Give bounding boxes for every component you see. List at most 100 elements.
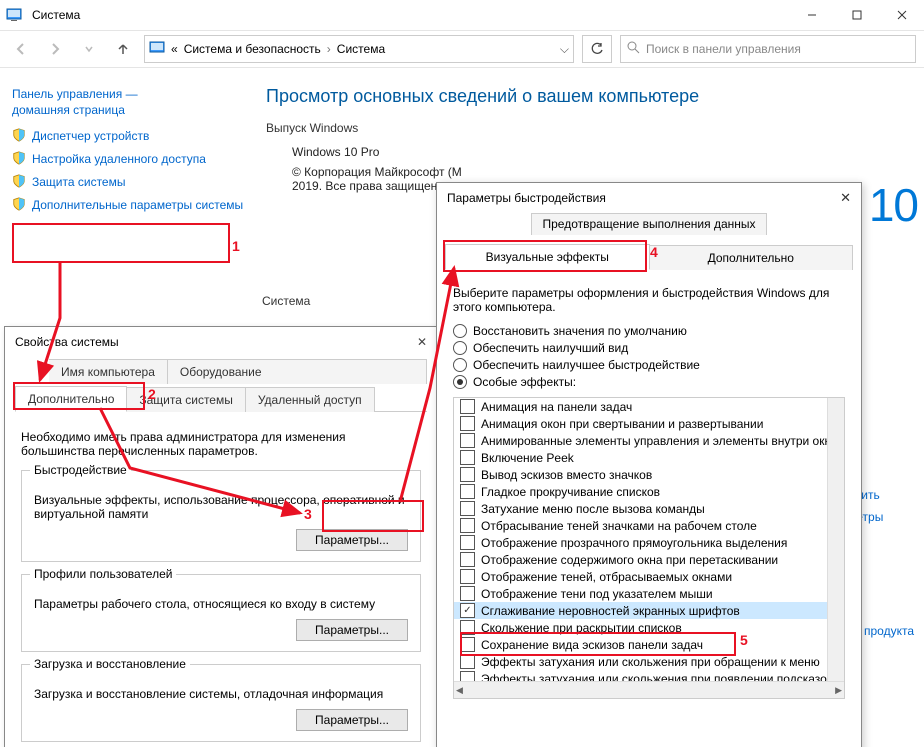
checkbox-icon xyxy=(460,467,475,482)
search-placeholder: Поиск в панели управления xyxy=(646,42,801,56)
effect-checkbox-row[interactable]: ✓Сглаживание неровностей экранных шрифто… xyxy=(454,602,828,619)
performance-options-dialog: Параметры быстродействия ✕ Предотвращени… xyxy=(436,182,862,747)
tab-hardware[interactable]: Оборудование xyxy=(168,359,427,384)
sysprops-close-button[interactable]: ✕ xyxy=(417,335,427,349)
perf-settings-button[interactable]: Параметры... xyxy=(296,529,408,551)
sysprops-tabs-row1: Имя компьютера Оборудование xyxy=(5,357,437,383)
effect-checkbox-row[interactable]: Вывод эскизов вместо значков xyxy=(454,466,828,483)
perfopts-intro: Выберите параметры оформления и быстроде… xyxy=(453,286,845,314)
titlebar: Система xyxy=(0,0,924,31)
breadcrumb-2[interactable]: Система xyxy=(337,42,385,56)
effect-checkbox-row[interactable]: Анимация окон при свертывании и разверты… xyxy=(454,415,828,432)
checkbox-icon xyxy=(460,399,475,414)
minimize-button[interactable] xyxy=(789,0,834,30)
nav-forward-button[interactable] xyxy=(42,36,68,62)
shield-icon xyxy=(12,197,26,214)
group-profiles-title: Профили пользователей xyxy=(30,567,176,581)
radio-dot-icon xyxy=(453,375,467,389)
maximize-button[interactable] xyxy=(834,0,879,30)
effect-checkbox-row[interactable]: Затухание меню после вызова команды xyxy=(454,500,828,517)
radio-option-3[interactable]: Особые эффекты: xyxy=(453,375,845,389)
page-heading: Просмотр основных сведений о вашем компь… xyxy=(266,86,902,107)
window-title: Система xyxy=(32,8,80,22)
tab-dep[interactable]: Предотвращение выполнения данных xyxy=(531,213,766,235)
breadcrumb-1[interactable]: Система и безопасность xyxy=(184,42,321,56)
effects-checklist: Анимация на панели задачАнимация окон пр… xyxy=(453,397,845,699)
effect-checkbox-row[interactable]: Отображение тени под указателем мыши xyxy=(454,585,828,602)
tab-remote[interactable]: Удаленный доступ xyxy=(246,387,375,412)
system-icon xyxy=(6,7,22,23)
checkbox-icon xyxy=(460,637,475,652)
checkbox-icon xyxy=(460,552,475,567)
sidebar-item-advanced-system-settings[interactable]: Дополнительные параметры системы xyxy=(12,197,244,214)
tab-visual-effects[interactable]: Визуальные эффекты xyxy=(445,244,650,270)
system-icon xyxy=(149,40,165,59)
tab-advanced[interactable]: Дополнительно xyxy=(15,386,127,412)
sidebar-item-device-manager[interactable]: Диспетчер устройств xyxy=(12,128,244,145)
perfopts-title: Параметры быстродействия xyxy=(447,191,606,205)
nav-row: « Система и безопасность › Система ⌵ Пои… xyxy=(0,31,924,68)
sidebar-item-system-protection[interactable]: Защита системы xyxy=(12,174,244,191)
startup-desc: Загрузка и восстановление системы, отлад… xyxy=(34,687,408,701)
tab-computer-name[interactable]: Имя компьютера xyxy=(49,359,168,384)
refresh-button[interactable] xyxy=(582,35,612,63)
radio-dot-icon xyxy=(453,324,467,338)
effect-checkbox-row[interactable]: Сохранение вида эскизов панели задач xyxy=(454,636,828,653)
control-panel-window: Система « Система и безопасность › Систе… xyxy=(0,0,924,747)
radio-dot-icon xyxy=(453,341,467,355)
checkbox-icon xyxy=(460,416,475,431)
shield-icon xyxy=(12,151,26,168)
perfopts-close-button[interactable]: ✕ xyxy=(840,190,851,206)
sidebar-item-remote-settings[interactable]: Настройка удаленного доступа xyxy=(12,151,244,168)
group-performance: Быстродействие Визуальные эффекты, испол… xyxy=(21,470,421,562)
radio-option-0[interactable]: Восстановить значения по умолчанию xyxy=(453,324,845,338)
control-panel-home-link[interactable]: Панель управления — домашняя страница xyxy=(12,86,244,118)
checkbox-icon xyxy=(460,620,475,635)
effect-checkbox-row[interactable]: Отбрасывание теней значками на рабочем с… xyxy=(454,517,828,534)
checkbox-icon: ✓ xyxy=(460,603,475,618)
effect-checkbox-row[interactable]: Отображение теней, отбрасываемых окнами xyxy=(454,568,828,585)
nav-back-button[interactable] xyxy=(8,36,34,62)
vertical-scrollbar[interactable] xyxy=(827,398,844,682)
search-icon xyxy=(627,41,640,57)
breadcrumb-prefix[interactable]: « xyxy=(171,42,178,56)
effect-checkbox-row[interactable]: Гладкое прокручивание списков xyxy=(454,483,828,500)
checkbox-icon xyxy=(460,654,475,669)
tab-system-protection[interactable]: Защита системы xyxy=(127,387,245,412)
shield-icon xyxy=(12,128,26,145)
sysprops-body: Необходимо иметь права администратора дл… xyxy=(5,412,437,747)
group-startup: Загрузка и восстановление Загрузка и вос… xyxy=(21,664,421,742)
effect-checkbox-row[interactable]: Анимированные элементы управления и элем… xyxy=(454,432,828,449)
checkbox-icon xyxy=(460,535,475,550)
effect-checkbox-row[interactable]: Скольжение при раскрытии списков xyxy=(454,619,828,636)
horizontal-scrollbar[interactable]: ◀▶ xyxy=(454,681,844,698)
checkbox-icon xyxy=(460,501,475,516)
address-dropdown-icon[interactable]: ⌵ xyxy=(560,42,569,57)
radio-option-1[interactable]: Обеспечить наилучший вид xyxy=(453,341,845,355)
radio-dot-icon xyxy=(453,358,467,372)
effect-checkbox-row[interactable]: Анимация на панели задач xyxy=(454,398,828,415)
profiles-settings-button[interactable]: Параметры... xyxy=(296,619,408,641)
effect-checkbox-row[interactable]: Отображение прозрачного прямоугольника в… xyxy=(454,534,828,551)
startup-settings-button[interactable]: Параметры... xyxy=(296,709,408,731)
effect-checkbox-row[interactable]: Включение Peek xyxy=(454,449,828,466)
radio-option-2[interactable]: Обеспечить наилучшее быстродействие xyxy=(453,358,845,372)
edition-value: Windows 10 Pro xyxy=(292,145,902,159)
system-section-label: Система xyxy=(258,294,314,308)
nav-recent-button[interactable] xyxy=(76,36,102,62)
nav-up-button[interactable] xyxy=(110,36,136,62)
perfopts-titlebar: Параметры быстродействия ✕ xyxy=(437,183,861,213)
sysprops-titlebar: Свойства системы ✕ xyxy=(5,327,437,357)
search-input[interactable]: Поиск в панели управления xyxy=(620,35,916,63)
effect-checkbox-row[interactable]: Отображение содержимого окна при перетас… xyxy=(454,551,828,568)
perfopts-content: Выберите параметры оформления и быстроде… xyxy=(437,270,861,709)
perf-desc: Визуальные эффекты, использование процес… xyxy=(34,493,408,521)
address-bar[interactable]: « Система и безопасность › Система ⌵ xyxy=(144,35,574,63)
tab-advanced-perf[interactable]: Дополнительно xyxy=(650,245,854,270)
checkbox-icon xyxy=(460,450,475,465)
checkbox-icon xyxy=(460,569,475,584)
group-startup-title: Загрузка и восстановление xyxy=(30,657,190,671)
close-button[interactable] xyxy=(879,0,924,30)
effect-checkbox-row[interactable]: Эффекты затухания или скольжения при обр… xyxy=(454,653,828,670)
edition-label: Выпуск Windows xyxy=(266,121,902,135)
